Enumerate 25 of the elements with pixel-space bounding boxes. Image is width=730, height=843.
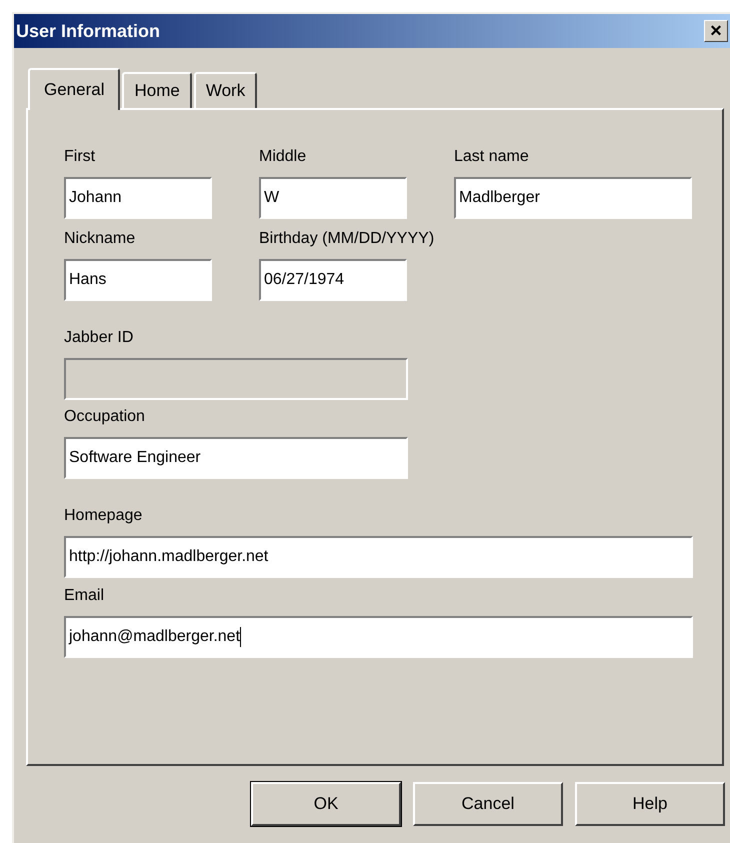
input-field[interactable]: Johann	[64, 177, 212, 219]
field-label: First	[64, 147, 96, 167]
dialog-button[interactable]: Help	[575, 782, 725, 826]
tab[interactable]: General	[28, 68, 120, 110]
field-label: Jabber ID	[64, 328, 134, 348]
field-label: Birthday (MM/DD/YYYY)	[259, 229, 434, 249]
field-label: Email	[64, 586, 104, 606]
input-field[interactable]: Madlberger	[454, 177, 692, 219]
field-label: Nickname	[64, 229, 136, 249]
field-label: Middle	[259, 147, 306, 167]
input-field[interactable]: W	[259, 177, 407, 219]
window-title: User Information	[16, 20, 160, 42]
dialog-button[interactable]: OK	[251, 782, 401, 826]
input-field[interactable]: johann@madlberger.net	[64, 616, 693, 658]
dialog-button[interactable]: Cancel	[413, 782, 563, 826]
input-field[interactable]: 06/27/1974	[259, 259, 407, 301]
tab[interactable]: Home	[122, 72, 192, 108]
tab[interactable]: Work	[194, 72, 258, 108]
close-button[interactable]: ×	[704, 20, 728, 42]
input-field[interactable]: Software Engineer	[64, 437, 408, 479]
field-label: Homepage	[64, 506, 142, 526]
input-field[interactable]: http://johann.madlberger.net	[64, 536, 693, 578]
input-field[interactable]: Hans	[64, 259, 212, 301]
field-label: Occupation	[64, 407, 145, 427]
field-label: Last name	[454, 147, 529, 167]
